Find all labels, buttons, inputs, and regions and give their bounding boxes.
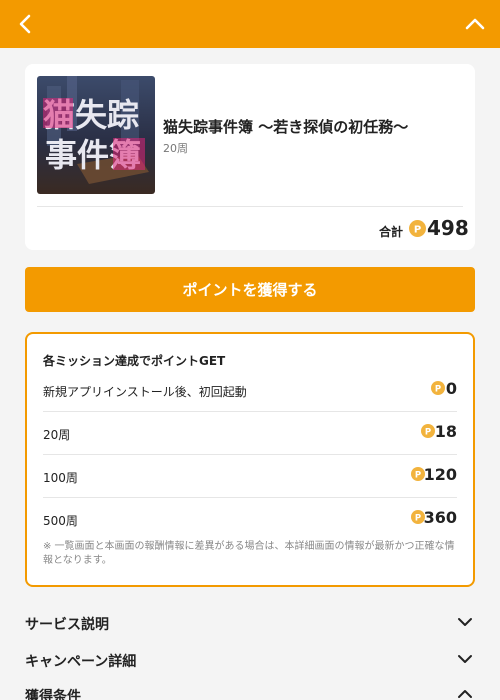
mission-label: 新規アプリインストール後、初回起動 xyxy=(43,385,247,399)
accordion-label: サービス説明 xyxy=(25,617,109,633)
total-label: 合計 xyxy=(379,225,404,239)
accordion-service-description[interactable]: サービス説明 xyxy=(25,610,475,636)
accordion-label: キャンペーン詳細 xyxy=(25,654,137,670)
divider xyxy=(37,206,463,207)
svg-text:P: P xyxy=(415,514,421,524)
get-points-button[interactable]: ポイントを獲得する xyxy=(25,267,475,312)
svg-text:P: P xyxy=(435,385,441,395)
accordion-campaign-details[interactable]: キャンペーン詳細 xyxy=(25,647,475,673)
game-title: 猫失踪事件簿 〜若き探偵の初任務〜 xyxy=(163,118,409,136)
mission-points: 0 xyxy=(445,379,457,398)
mission-row: 新規アプリインストール後、初回起動 P 0 xyxy=(43,369,457,412)
accordion-label: 獲得条件 xyxy=(25,689,81,700)
chevron-down-icon xyxy=(458,655,472,663)
game-subtitle: 20周 xyxy=(163,142,188,155)
svg-text:P: P xyxy=(415,471,421,481)
mission-label: 500周 xyxy=(43,514,78,528)
chevron-left-icon[interactable] xyxy=(12,10,40,38)
mission-label: 100周 xyxy=(43,471,78,485)
point-coin-icon: P xyxy=(431,381,445,395)
point-coin-icon: P xyxy=(409,220,426,237)
svg-text:P: P xyxy=(425,428,431,438)
missions-panel: 各ミッション達成でポイントGET 新規アプリインストール後、初回起動 P 0 2… xyxy=(25,332,475,587)
game-card: 猫失踪 事件簿 猫失踪事件簿 〜若き探偵の初任務〜 20周 合計 P 498 xyxy=(25,64,475,250)
game-thumbnail: 猫失踪 事件簿 xyxy=(37,76,155,194)
mission-label: 20周 xyxy=(43,428,71,442)
mission-points: 120 xyxy=(423,465,457,484)
total-points: 498 xyxy=(427,216,469,240)
mission-row: 500周 P 360 xyxy=(43,498,457,541)
point-coin-icon: P xyxy=(421,424,435,438)
missions-title: 各ミッション達成でポイントGET xyxy=(43,354,226,368)
top-bar xyxy=(0,0,500,48)
mission-row: 100周 P 120 xyxy=(43,455,457,498)
accordion-acquisition-conditions[interactable]: 獲得条件 xyxy=(25,682,475,700)
chevron-down-icon xyxy=(458,618,472,626)
mission-row: 20周 P 18 xyxy=(43,412,457,455)
chevron-up-icon[interactable] xyxy=(460,10,490,38)
svg-text:P: P xyxy=(414,225,421,236)
chevron-up-icon xyxy=(458,690,472,698)
disclaimer-note: ※ 一覧画面と本画面の報酬情報に差異がある場合は、本詳細画面の情報が最新かつ正確… xyxy=(43,541,455,566)
mission-points: 18 xyxy=(434,422,457,441)
mission-points: 360 xyxy=(423,508,457,527)
